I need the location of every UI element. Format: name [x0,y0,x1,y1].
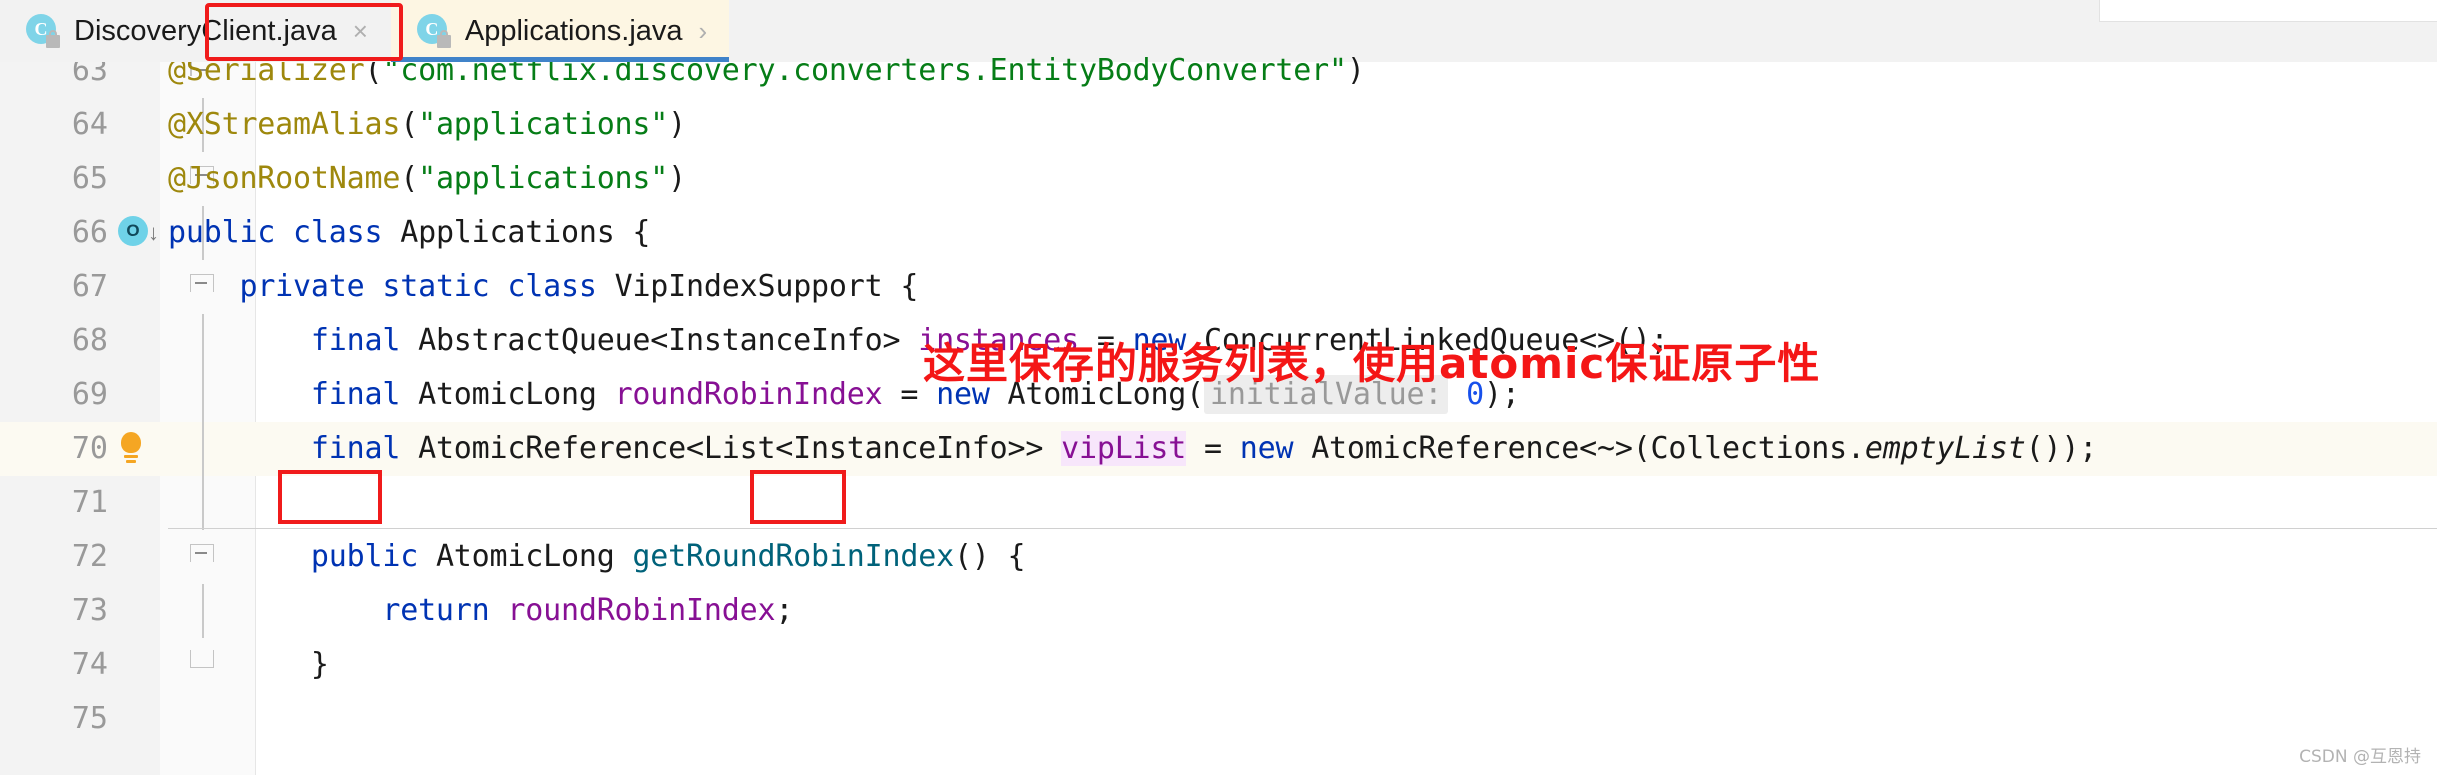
tab-label: Applications.java [464,14,683,47]
code-text[interactable]: public class Applications { [168,206,650,260]
code-token: new [1239,431,1294,466]
code-token: @JsonRootName [168,161,401,196]
intention-bulb-icon[interactable] [118,432,152,466]
code-text[interactable]: final AtomicReference<List<InstanceInfo>… [168,422,2097,476]
code-token: ( [400,161,419,196]
tab-applications[interactable]: C Applications.java › [390,0,730,62]
watermark-text: CSDN @互恩持 [2299,747,2421,767]
code-line-65[interactable]: 65 @JsonRootName("applications") [0,152,2437,206]
code-text[interactable]: public AtomicLong getRoundRobinIndex() { [168,530,1026,584]
code-token: getRoundRobinIndex [632,539,954,574]
code-token: static [382,269,490,304]
code-token: final [310,377,401,412]
line-number: 64 [71,107,108,142]
code-token: ) [668,107,687,142]
section-divider [168,528,2437,529]
java-class-icon: C [416,14,451,48]
code-line-71[interactable]: 71 [0,476,2437,530]
code-text[interactable]: @JsonRootName("applications") [168,152,686,206]
code-token: AtomicLong [400,377,615,412]
code-text[interactable]: return roundRobinIndex; [168,584,793,638]
annotation-note-text: 这里保存的服务列表，使用atomic保证原子性 [923,339,1821,388]
code-line-66[interactable]: 66 O ↓ public class Applications { [0,206,2437,260]
code-token: () { [953,539,1026,574]
line-number: 71 [71,485,108,520]
line-number: 66 [71,215,108,250]
code-line-64[interactable]: 64 @XStreamAlias("applications") [0,98,2437,152]
code-token: private [239,269,365,304]
code-token: ) [1346,53,1365,88]
close-icon[interactable]: › [699,18,708,44]
code-text[interactable]: } [168,638,329,692]
fold-region-line [202,476,204,530]
code-line-70[interactable]: 70 final AtomicReference<List<InstanceIn… [0,422,2437,476]
code-token: Applications { [382,215,651,250]
line-number: 73 [71,593,108,628]
code-token: AbstractQueue<InstanceInfo> [400,323,919,358]
line-number: 75 [71,701,108,736]
code-editor[interactable]: 63 @Serializer("com.netflix.discovery.con… [0,53,2437,775]
line-number: 74 [71,647,108,682]
tab-label: DiscoveryClient.java [74,14,337,47]
line-number: 67 [71,269,108,304]
code-token: vipList [1061,431,1187,466]
code-line-75[interactable]: 75 [0,692,2437,746]
code-text[interactable]: private static class VipIndexSupport { [168,260,918,314]
code-token: AtomicLong [418,539,633,574]
line-number: 70 [71,431,108,466]
implementation-marker-icon[interactable]: O ↓ [118,216,159,250]
code-token: } [168,647,329,682]
code-token: final [310,323,401,358]
code-line-67[interactable]: 67 private static class VipIndexSupport … [0,260,2437,314]
code-token: @XStreamAlias [168,107,401,142]
tab-discovery-client[interactable]: C DiscoveryClient.java × [0,0,390,62]
java-class-icon: C [26,14,60,48]
line-number: 72 [71,539,108,574]
code-token: public [168,215,276,250]
code-token: VipIndexSupport { [596,269,919,304]
code-line-72[interactable]: 72 public AtomicLong getRoundRobinIndex(… [0,530,2437,584]
code-token: "applications" [418,107,669,142]
code-token: emptyList [1864,431,2026,466]
toolbar-right-area [2099,0,2437,22]
code-token: AtomicReference<~>(Collections. [1293,431,1865,466]
code-token: class [293,215,383,250]
code-line-74[interactable]: 74 } [0,638,2437,692]
code-token: ( [400,107,419,142]
code-token: roundRobinIndex [507,593,776,628]
close-icon[interactable]: × [353,18,368,44]
line-number: 65 [71,161,108,196]
code-token: class [507,269,597,304]
code-token: AtomicReference<List<InstanceInfo>> [400,431,1062,466]
code-token: public [310,539,419,574]
code-line-73[interactable]: 73 return roundRobinIndex; [0,584,2437,638]
code-token: ) [668,161,687,196]
line-number: 69 [71,377,108,412]
ide-editor-window: C DiscoveryClient.java × C Applications.… [0,0,2437,775]
code-token: roundRobinIndex [614,377,883,412]
code-token: final [310,431,401,466]
code-token: ()); [2025,431,2098,466]
code-lines-container[interactable]: 63 @Serializer("com.netflix.discovery.con… [0,53,2437,775]
line-number: 68 [71,323,108,358]
code-token: ; [775,593,794,628]
code-token: = [1186,431,1240,466]
code-token: "applications" [418,161,669,196]
code-text[interactable]: @XStreamAlias("applications") [168,98,686,152]
code-token: return [382,593,490,628]
